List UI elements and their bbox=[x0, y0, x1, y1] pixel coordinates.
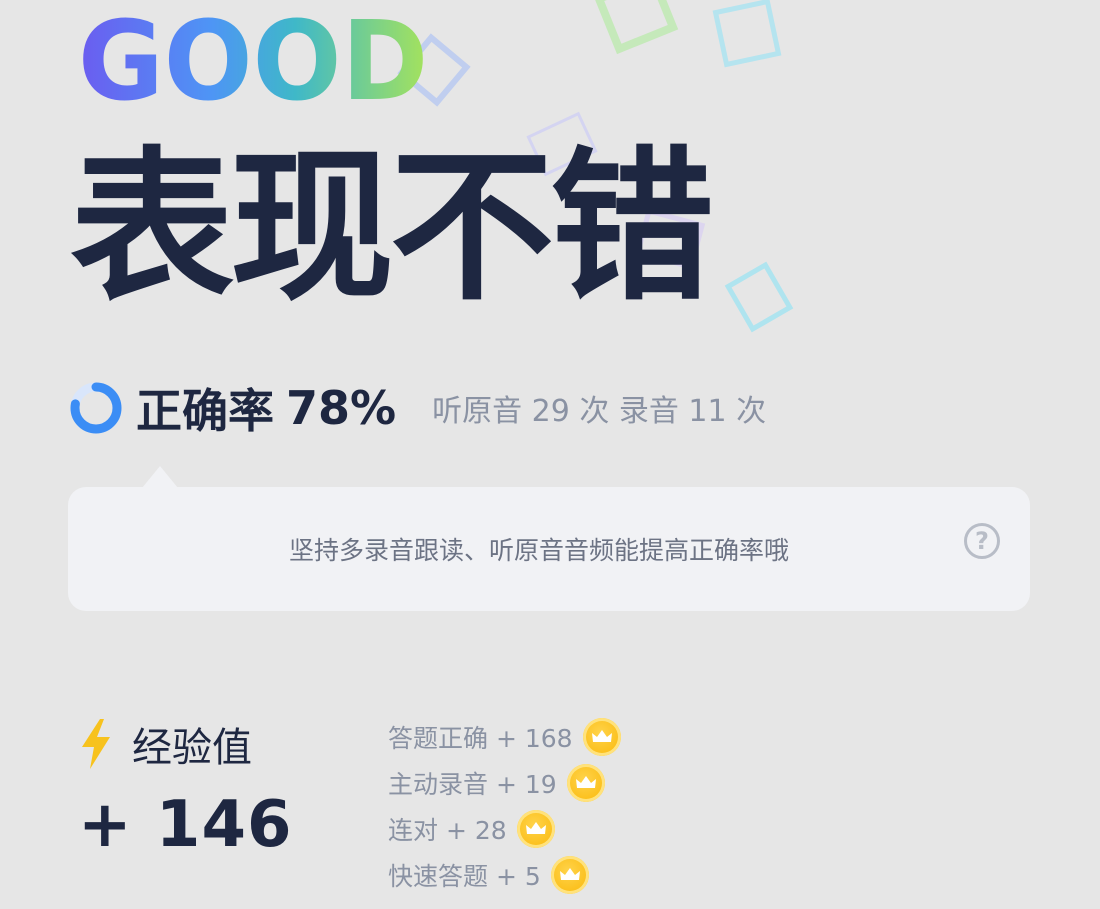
crown-coin-icon bbox=[566, 764, 605, 802]
list-item: 主动录音 + 19 bbox=[388, 760, 621, 806]
experience-total: + 146 bbox=[78, 788, 293, 862]
accuracy-ring-icon bbox=[70, 382, 122, 434]
list-item: 答题正确 + 168 bbox=[388, 714, 621, 760]
accuracy-row: 正确率 78% 听原音 29 次 录音 11 次 bbox=[68, 378, 766, 438]
decorative-square bbox=[724, 261, 794, 333]
tip-bubble: 坚持多录音跟读、听原音音频能提高正确率哦 ? bbox=[68, 487, 1030, 611]
good-banner: GOOD bbox=[78, 0, 429, 125]
crown-coin-icon bbox=[582, 718, 621, 756]
practice-stats: 听原音 29 次 录音 11 次 bbox=[432, 394, 767, 429]
list-item: 快速答题 + 5 bbox=[388, 852, 621, 898]
experience-item-label: 连对 + 28 bbox=[388, 816, 507, 845]
experience-item-label: 主动录音 + 19 bbox=[388, 770, 557, 799]
experience-item-label: 快速答题 + 5 bbox=[388, 862, 541, 891]
experience-label: 经验值 bbox=[132, 725, 252, 771]
experience-summary: 经验值 + 146 bbox=[78, 714, 293, 862]
crown-coin-icon bbox=[516, 810, 555, 848]
decorative-square bbox=[593, 0, 679, 55]
result-title: 表现不错 bbox=[70, 132, 714, 323]
tip-text: 坚持多录音跟读、听原音音频能提高正确率哦 bbox=[288, 536, 789, 565]
tip-pointer bbox=[142, 466, 178, 488]
accuracy-value: 78% bbox=[286, 381, 397, 435]
lightning-bolt-icon bbox=[82, 719, 110, 769]
question-circle-icon[interactable]: ? bbox=[964, 523, 1000, 559]
accuracy-label: 正确率 bbox=[136, 384, 274, 438]
decorative-square bbox=[712, 0, 782, 68]
experience-item-label: 答题正确 + 168 bbox=[388, 724, 573, 753]
list-item: 连对 + 28 bbox=[388, 806, 621, 852]
experience-breakdown: 答题正确 + 168 主动录音 + 19 连对 + 28 快速答题 + 5 bbox=[388, 714, 621, 898]
crown-coin-icon bbox=[550, 856, 589, 894]
